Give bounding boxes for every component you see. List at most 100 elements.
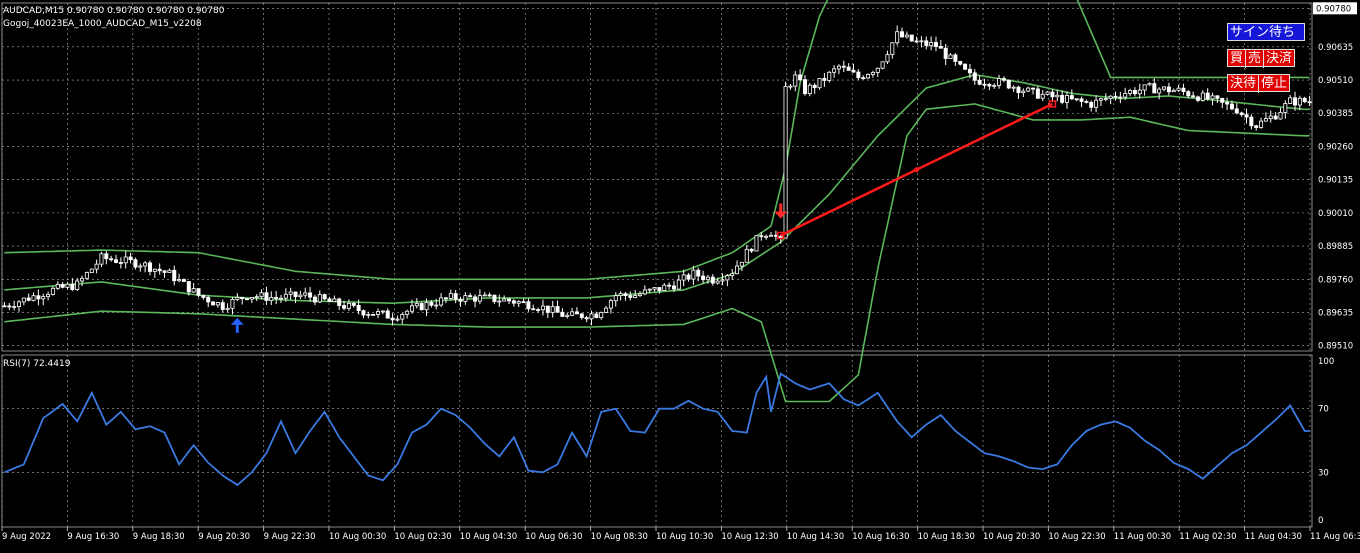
candle-up (191, 288, 196, 293)
candle-down (114, 259, 119, 263)
candle-up (400, 313, 405, 320)
candle-up (647, 288, 652, 291)
candle-up (502, 298, 507, 302)
candle-up (904, 34, 909, 38)
candle-up (482, 294, 487, 297)
candle-up (997, 78, 1002, 86)
candle-down (308, 292, 313, 298)
time-axis-label: 10 Aug 08:30 (591, 532, 648, 542)
price-candles (2, 25, 1312, 326)
candle-down (104, 253, 109, 260)
candle-up (919, 40, 924, 43)
candle-down (1006, 79, 1011, 89)
candle-down (657, 287, 662, 291)
candle-down (245, 298, 250, 301)
candle-up (1128, 90, 1133, 94)
candle-down (987, 83, 992, 87)
candle-up (317, 294, 322, 303)
candle-down (196, 288, 201, 296)
candle-down (1220, 97, 1225, 103)
candle-down (938, 46, 943, 49)
sign-wait-button[interactable]: サイン待ち (1227, 23, 1305, 41)
candle-up (1094, 99, 1099, 108)
candle-down (914, 40, 919, 43)
pending-button[interactable]: 決待 (1228, 75, 1258, 93)
candle-up (1283, 103, 1288, 113)
candle-down (531, 308, 536, 311)
settle-button[interactable]: 決済 (1263, 50, 1294, 68)
candle-down (1302, 97, 1307, 103)
candle-up (1200, 92, 1205, 101)
candle-down (536, 309, 541, 311)
candle-up (744, 248, 749, 263)
candle-up (599, 312, 604, 319)
bollinger-bands (4, 0, 1310, 403)
candle-up (405, 310, 410, 315)
time-axis-label: 10 Aug 02:30 (394, 532, 451, 542)
candle-up (424, 302, 429, 311)
candle-down (1060, 94, 1065, 103)
buy-button[interactable]: 買 (1228, 50, 1245, 68)
candle-up (1045, 91, 1050, 95)
candle-down (390, 317, 395, 321)
candle-down (1239, 112, 1244, 116)
price-axis-label: 0.89885 (1318, 242, 1353, 252)
candle-up (225, 307, 230, 310)
candle-down (579, 313, 584, 318)
candle-up (75, 280, 80, 290)
candle-down (7, 305, 12, 308)
candle-down (1249, 116, 1254, 127)
time-axis-label: 10 Aug 12:30 (721, 532, 778, 542)
candle-down (759, 235, 764, 238)
candle-up (283, 293, 288, 299)
candle-down (671, 285, 676, 290)
candle-down (453, 293, 458, 300)
candle-up (565, 314, 570, 317)
candle-up (123, 256, 128, 264)
candle-down (943, 47, 948, 59)
trade-button-group: 買売決済 (1227, 49, 1296, 68)
sell-button[interactable]: 売 (1245, 50, 1263, 68)
candle-up (395, 318, 400, 321)
chart-canvas[interactable]: 0.90780 0.90635 0.90510 0.90385 0.90260 0.901… (0, 0, 1360, 553)
candle-down (628, 295, 633, 298)
stop-button[interactable]: 停止 (1258, 75, 1289, 93)
candle-up (84, 272, 89, 279)
candle-down (1152, 83, 1157, 94)
candle-up (376, 311, 381, 315)
candle-up (55, 283, 60, 289)
candle-up (99, 253, 104, 265)
candle-up (764, 235, 769, 238)
candle-up (652, 287, 657, 290)
candle-down (701, 275, 706, 281)
time-axis-label: 10 Aug 22:30 (1048, 532, 1105, 542)
candle-down (429, 302, 434, 306)
candle-down (1273, 115, 1278, 120)
rsi-axis-label: 70 (1318, 405, 1329, 415)
candle-up (269, 297, 274, 301)
candle-up (832, 68, 837, 73)
candle-down (206, 297, 211, 303)
candle-up (477, 295, 482, 302)
price-axis-label: 0.89760 (1318, 275, 1353, 285)
rsi-info: RSI(7) 72.4419 (3, 359, 71, 369)
candle-down (147, 262, 152, 272)
candle-down (594, 313, 599, 319)
rsi-axis-label: 100 (1318, 357, 1334, 367)
candle-up (380, 310, 385, 313)
candle-up (1108, 95, 1113, 99)
candle-down (181, 279, 186, 282)
candle-down (1229, 103, 1234, 110)
candle-down (822, 78, 827, 81)
candle-up (31, 295, 36, 301)
candle-down (909, 34, 914, 42)
candle-up (1137, 89, 1142, 95)
candle-down (749, 248, 754, 252)
candle-down (1035, 88, 1040, 99)
candle-up (80, 277, 85, 282)
candle-down (1186, 91, 1191, 97)
candle-down (1113, 95, 1118, 98)
time-axis-label: 10 Aug 06:30 (525, 532, 582, 542)
candle-up (1098, 98, 1103, 101)
candle-up (929, 42, 934, 46)
